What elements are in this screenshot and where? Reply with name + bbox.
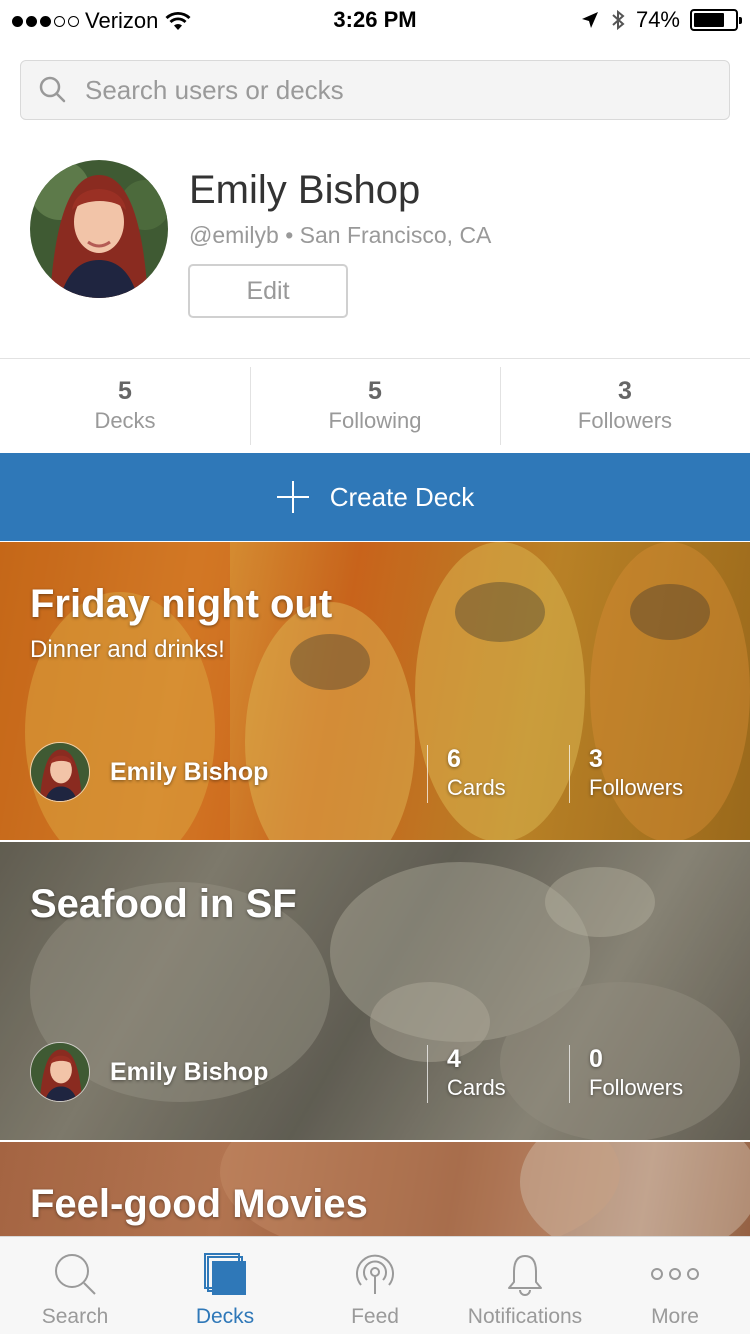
deck-card[interactable]: Seafood in SF Emily Bishop 4 Cards 0 Fol…	[0, 842, 750, 1140]
tab-more[interactable]: More	[600, 1237, 750, 1334]
status-right: 74%	[580, 7, 742, 33]
deck-title: Seafood in SF	[30, 882, 297, 926]
followers-value: 3	[589, 745, 603, 773]
bluetooth-icon	[612, 9, 625, 31]
location-arrow-icon	[581, 12, 598, 28]
followers-value: 0	[589, 1045, 603, 1073]
create-deck-button[interactable]: Create Deck	[0, 453, 750, 541]
deck-followers-count: 0 Followers	[569, 1045, 683, 1103]
tab-feed[interactable]: Feed	[300, 1237, 450, 1334]
deck-title: Friday night out	[30, 582, 333, 626]
profile-handle: @emilyb	[189, 222, 279, 248]
stat-label: Followers	[577, 408, 673, 433]
profile-meta: @emilyb • San Francisco, CA	[189, 222, 491, 249]
profile-avatar[interactable]	[30, 160, 168, 298]
tab-notifications[interactable]: Notifications	[450, 1237, 600, 1334]
tab-label: More	[651, 1305, 699, 1328]
stat-label: Following	[328, 408, 422, 433]
tab-search[interactable]: Search	[0, 1237, 150, 1334]
more-dots-icon	[651, 1268, 699, 1280]
owner-avatar	[30, 742, 90, 802]
cards-value: 4	[447, 1045, 461, 1073]
deck-description: Dinner and drinks!	[30, 636, 225, 663]
stat-value: 3	[618, 377, 632, 405]
battery-level-fill	[694, 13, 724, 27]
meta-separator: •	[285, 222, 294, 248]
stat-decks[interactable]: 5 Decks	[0, 359, 250, 453]
deck-title: Feel-good Movies	[30, 1182, 368, 1226]
cards-label: Cards	[447, 775, 506, 800]
tab-label: Feed	[351, 1305, 399, 1328]
cards-label: Cards	[447, 1075, 506, 1100]
stat-followers[interactable]: 3 Followers	[500, 359, 750, 453]
deck-owner[interactable]: Emily Bishop	[30, 1042, 268, 1102]
owner-name: Emily Bishop	[110, 1057, 269, 1086]
deck-card[interactable]: Friday night out Dinner and drinks! Emil…	[0, 542, 750, 840]
decks-icon	[204, 1253, 246, 1295]
profile-name: Emily Bishop	[189, 168, 421, 212]
owner-avatar	[30, 1042, 90, 1102]
tab-bar: Search Decks Feed Notifications More	[0, 1236, 750, 1334]
bell-icon	[508, 1255, 542, 1296]
stat-value: 5	[118, 377, 132, 405]
search-icon	[39, 76, 66, 103]
broadcast-icon	[356, 1254, 394, 1294]
battery-icon	[690, 9, 742, 31]
owner-name: Emily Bishop	[110, 757, 269, 786]
cards-value: 6	[447, 745, 461, 773]
search-input[interactable]	[85, 74, 685, 106]
stat-following[interactable]: 5 Following	[250, 359, 500, 453]
tab-label: Decks	[195, 1305, 255, 1328]
tab-label: Notifications	[467, 1305, 583, 1328]
profile-stats: 5 Decks 5 Following 3 Followers	[0, 358, 750, 453]
deck-cards-count: 4 Cards	[427, 1045, 506, 1103]
profile-location: San Francisco, CA	[299, 222, 492, 248]
status-bar: Verizon 3:26 PM 74%	[0, 0, 750, 40]
tab-decks[interactable]: Decks	[150, 1237, 300, 1334]
deck-followers-count: 3 Followers	[569, 745, 683, 803]
deck-owner[interactable]: Emily Bishop	[30, 742, 268, 802]
stat-value: 5	[368, 377, 382, 405]
plus-icon	[276, 481, 309, 513]
search-icon	[55, 1254, 96, 1295]
create-deck-label: Create Deck	[329, 481, 475, 512]
stat-label: Decks	[94, 408, 156, 433]
edit-profile-button[interactable]: Edit	[188, 264, 348, 318]
search-bar[interactable]	[20, 60, 730, 120]
followers-label: Followers	[589, 775, 684, 800]
tab-label: Search	[41, 1305, 109, 1328]
followers-label: Followers	[589, 1075, 684, 1100]
battery-percent: 74%	[635, 7, 680, 32]
deck-cards-count: 6 Cards	[427, 745, 506, 803]
